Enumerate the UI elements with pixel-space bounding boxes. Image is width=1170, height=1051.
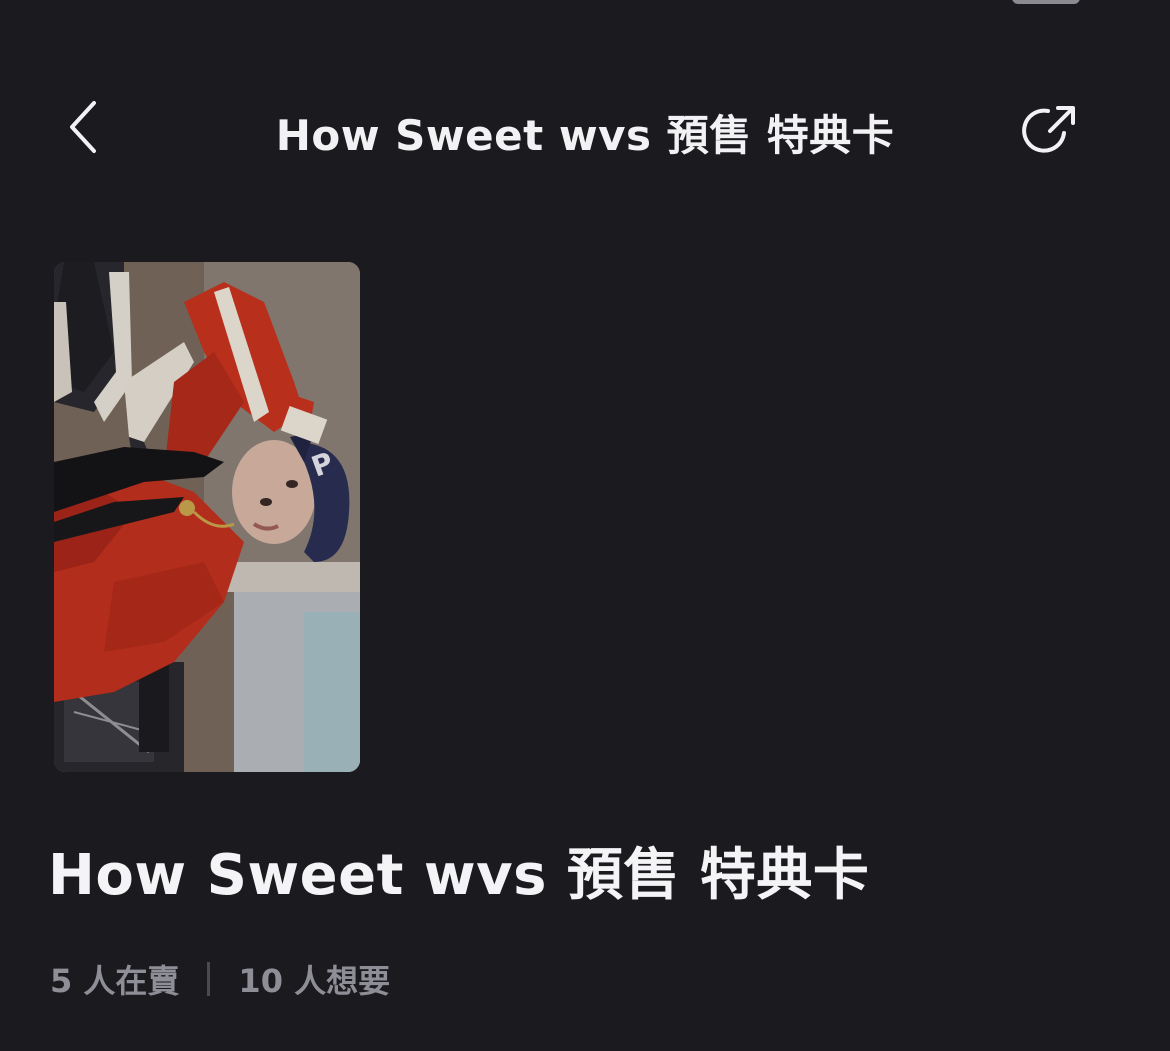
- back-button[interactable]: [52, 95, 116, 159]
- top-nav-bar: How Sweet wvs 預售 特典卡: [0, 80, 1170, 180]
- photocard-image[interactable]: P: [54, 262, 360, 772]
- item-title: How Sweet wvs 預售 特典卡: [48, 843, 870, 908]
- status-bar-indicator: [1012, 0, 1080, 4]
- product-detail-page: How Sweet wvs 預售 特典卡 P How Sweet wvs 預售 …: [0, 0, 1170, 1051]
- wanters-count[interactable]: 10 人想要: [238, 956, 390, 1002]
- photocard-illustration: P: [54, 262, 360, 772]
- nav-title: How Sweet wvs 預售 特典卡: [275, 111, 895, 160]
- chevron-left-icon: [70, 101, 96, 153]
- share-external-icon: [1022, 106, 1075, 153]
- stats-divider: [207, 962, 211, 996]
- share-button[interactable]: [1014, 93, 1086, 165]
- item-stats: 5 人在賣 10 人想要: [50, 956, 390, 1002]
- sellers-count[interactable]: 5 人在賣: [50, 956, 179, 1002]
